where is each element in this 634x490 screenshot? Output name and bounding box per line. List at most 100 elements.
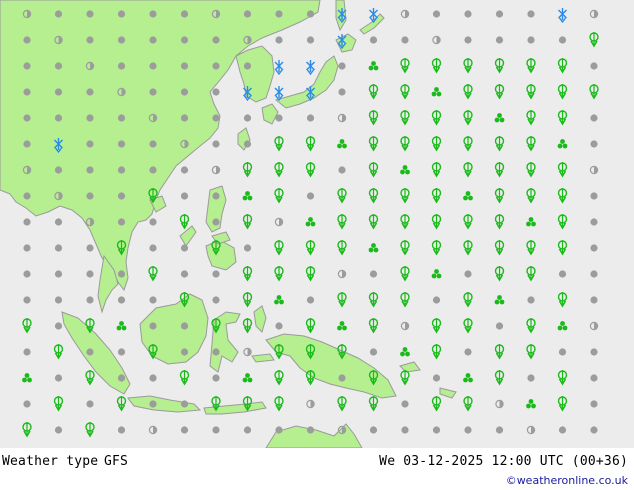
cloudy-dot-icon — [527, 36, 535, 44]
cloudy-dot-icon — [212, 88, 220, 96]
model-name: GFS — [104, 454, 129, 469]
cloudy-dot-icon — [180, 88, 189, 96]
cloudy-dot-icon — [86, 244, 94, 252]
cloudy-dot-icon — [401, 426, 409, 434]
cloudy-dot-icon — [86, 166, 94, 174]
cloudy-dot-icon — [527, 10, 535, 18]
cloudy-dot-icon — [23, 348, 31, 356]
cloudy-dot-icon — [275, 10, 283, 18]
cloudy-dot-icon — [117, 62, 126, 70]
cloudy-dot-icon — [117, 166, 126, 174]
cloudy-dot-icon — [180, 322, 189, 330]
cloudy-dot-icon — [590, 114, 598, 122]
cloudy-dot-icon — [149, 166, 157, 174]
cloudy-dot-icon — [23, 88, 31, 96]
cloudy-dot-icon — [275, 426, 283, 434]
cloudy-dot-icon — [180, 244, 189, 252]
cloudy-dot-icon — [369, 426, 378, 434]
cloudy-dot-icon — [243, 244, 252, 252]
credit-link[interactable]: ©weatheronline.co.uk — [506, 474, 628, 487]
cloudy-dot-icon — [54, 114, 63, 122]
cloudy-dot-icon — [86, 270, 94, 278]
cloudy-dot-icon — [401, 36, 409, 44]
cloudy-dot-icon — [180, 62, 189, 70]
cloudy-dot-icon — [369, 270, 378, 278]
cloudy-dot-icon — [117, 426, 126, 434]
cloudy-dot-icon — [464, 426, 472, 434]
cloudy-dot-icon — [590, 192, 598, 200]
cloudy-dot-icon — [590, 296, 598, 304]
cloudy-dot-icon — [117, 10, 126, 18]
cloudy-dot-icon — [117, 374, 126, 382]
cloudy-dot-icon — [54, 62, 63, 70]
cloudy-dot-icon — [23, 140, 31, 148]
cloudy-dot-icon — [117, 218, 126, 226]
forecast-datetime: We 03-12-2025 12:00 UTC (00+36) — [379, 454, 628, 469]
cloudy-dot-icon — [275, 36, 283, 44]
cloudy-dot-icon — [180, 10, 189, 18]
cloudy-dot-icon — [86, 348, 94, 356]
cloudy-dot-icon — [23, 270, 31, 278]
cloudy-dot-icon — [54, 88, 63, 96]
cloudy-dot-icon — [243, 140, 252, 148]
cloudy-dot-icon — [495, 426, 504, 434]
cloudy-dot-icon — [86, 192, 94, 200]
cloudy-dot-icon — [590, 140, 598, 148]
cloudy-dot-icon — [117, 36, 126, 44]
cloudy-dot-icon — [432, 296, 441, 304]
cloudy-dot-icon — [180, 192, 189, 200]
cloudy-dot-icon — [149, 36, 157, 44]
cloudy-dot-icon — [54, 296, 63, 304]
cloudy-dot-icon — [212, 348, 220, 356]
cloudy-dot-icon — [369, 348, 378, 356]
cloudy-dot-icon — [590, 348, 598, 356]
cloudy-dot-icon — [243, 114, 252, 122]
cloudy-dot-icon — [275, 114, 283, 122]
cloudy-dot-icon — [306, 426, 315, 434]
cloudy-dot-icon — [180, 36, 189, 44]
cloudy-dot-icon — [558, 426, 567, 434]
cloudy-dot-icon — [149, 62, 157, 70]
cloudy-dot-icon — [306, 114, 315, 122]
cloudy-dot-icon — [54, 218, 63, 226]
cloudy-dot-icon — [149, 244, 157, 252]
cloudy-dot-icon — [590, 426, 598, 434]
cloudy-dot-icon — [464, 36, 472, 44]
map-title: Weather type — [2, 454, 99, 469]
cloudy-dot-icon — [243, 62, 252, 70]
footer-bar: Weather type GFS We 03-12-2025 12:00 UTC… — [0, 448, 634, 490]
cloudy-dot-icon — [180, 114, 189, 122]
cloudy-dot-icon — [464, 270, 472, 278]
cloudy-dot-icon — [149, 218, 157, 226]
cloudy-dot-icon — [558, 270, 567, 278]
cloudy-dot-icon — [149, 10, 157, 18]
cloudy-dot-icon — [149, 322, 157, 330]
cloudy-dot-icon — [212, 62, 220, 70]
cloudy-dot-icon — [275, 322, 283, 330]
cloudy-dot-icon — [149, 88, 157, 96]
cloudy-dot-icon — [86, 114, 94, 122]
cloudy-dot-icon — [86, 140, 94, 148]
cloudy-dot-icon — [401, 400, 409, 408]
cloudy-dot-icon — [54, 374, 63, 382]
cloudy-dot-icon — [23, 114, 31, 122]
cloudy-dot-icon — [23, 192, 31, 200]
cloudy-dot-icon — [180, 348, 189, 356]
cloudy-dot-icon — [432, 374, 441, 382]
cloudy-dot-icon — [338, 374, 346, 382]
cloudy-dot-icon — [212, 192, 220, 200]
cloudy-dot-icon — [464, 10, 472, 18]
cloudy-dot-icon — [369, 36, 378, 44]
cloudy-dot-icon — [432, 10, 441, 18]
cloudy-dot-icon — [23, 244, 31, 252]
cloudy-dot-icon — [23, 62, 31, 70]
cloudy-dot-icon — [432, 426, 441, 434]
cloudy-dot-icon — [212, 36, 220, 44]
cloudy-dot-icon — [243, 10, 252, 18]
cloudy-dot-icon — [180, 400, 189, 408]
weather-map — [0, 0, 634, 448]
cloudy-dot-icon — [117, 296, 126, 304]
cloudy-dot-icon — [180, 270, 189, 278]
cloudy-dot-icon — [149, 374, 157, 382]
cloudy-dot-icon — [117, 192, 126, 200]
